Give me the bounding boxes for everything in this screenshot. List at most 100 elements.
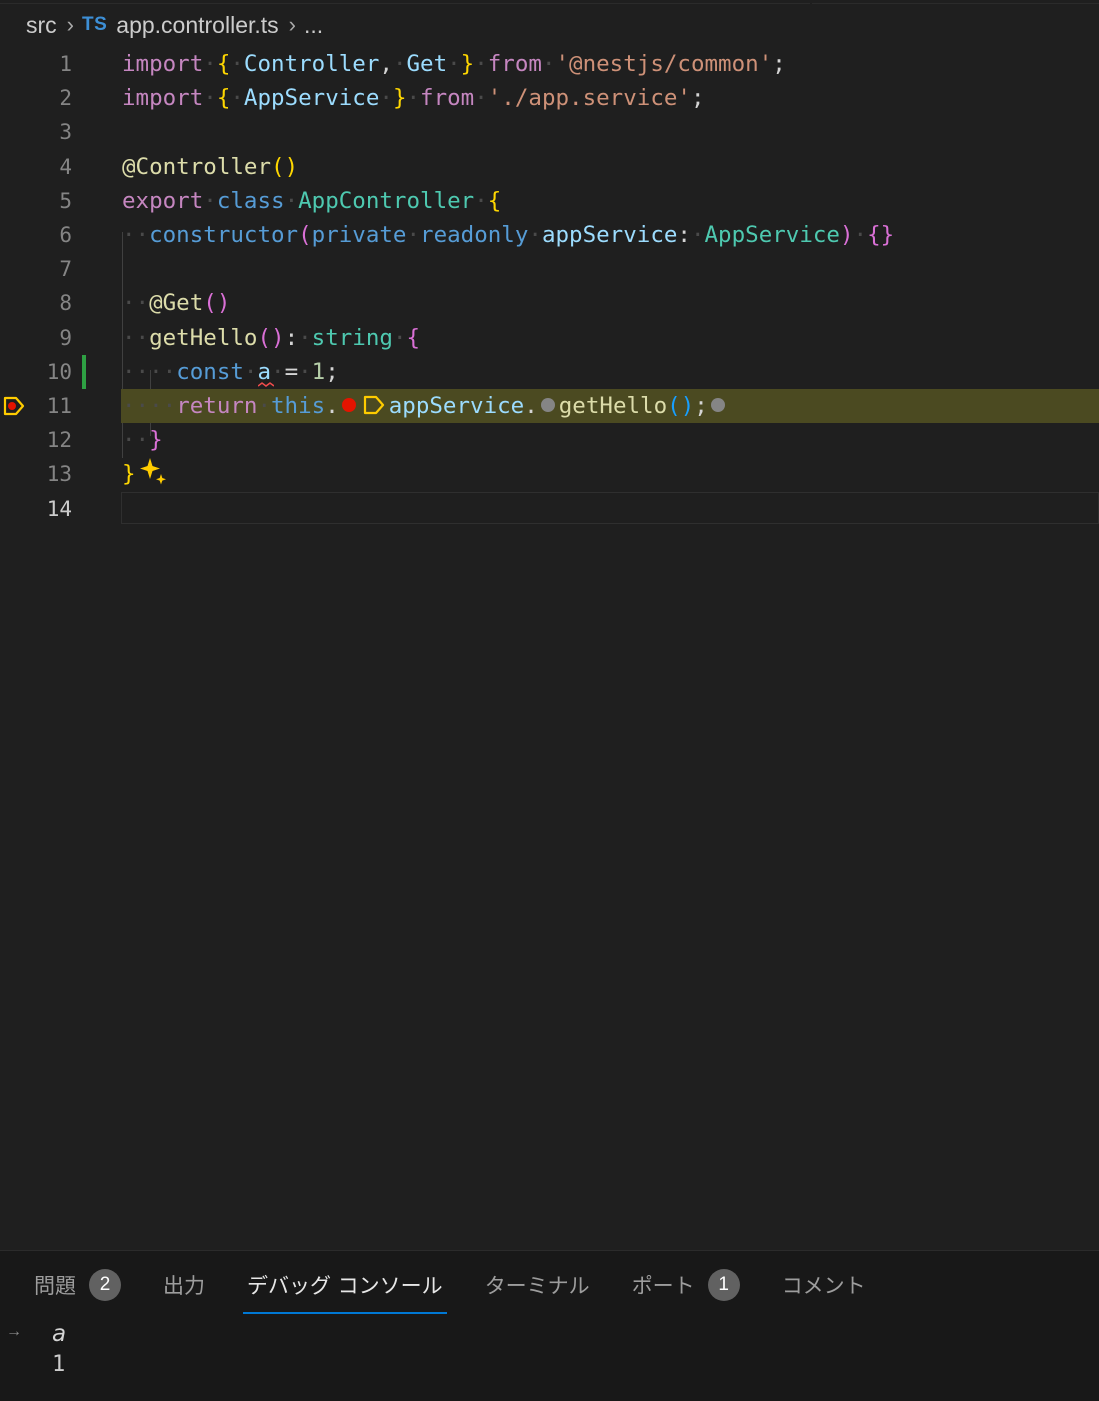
line-number[interactable]: 3 bbox=[12, 115, 72, 149]
token: . bbox=[524, 393, 538, 419]
token: private bbox=[311, 222, 407, 248]
top-border bbox=[0, 0, 1099, 4]
line-number[interactable]: 7 bbox=[12, 252, 72, 286]
token: {} bbox=[867, 222, 895, 248]
token: '@nestjs/common' bbox=[555, 51, 773, 77]
unverified-breakpoint-icon[interactable] bbox=[540, 397, 555, 412]
token: ) bbox=[284, 154, 299, 180]
debug-stackframe-icon[interactable] bbox=[363, 394, 385, 416]
token: , bbox=[379, 51, 393, 77]
token: = bbox=[284, 359, 299, 385]
tab-label: 出力 bbox=[163, 1274, 205, 1298]
tab-debug-console[interactable]: デバッグ コンソール bbox=[243, 1268, 447, 1314]
line-number[interactable]: 8 bbox=[12, 286, 72, 320]
breadcrumb-folder[interactable]: src bbox=[26, 12, 57, 39]
code-line: 2 import·{·AppService·}·from·'./app.serv… bbox=[0, 81, 1099, 115]
code-line: 7 bbox=[0, 252, 1099, 286]
token: ( bbox=[271, 154, 285, 180]
token: const bbox=[176, 359, 244, 385]
line-number[interactable]: 14 bbox=[12, 492, 72, 526]
tab-label: デバッグ コンソール bbox=[247, 1274, 443, 1298]
token: appService bbox=[388, 393, 525, 419]
tab-problems[interactable]: 問題 2 bbox=[34, 1268, 121, 1302]
token: ) bbox=[680, 393, 695, 419]
token: ) bbox=[216, 290, 231, 316]
token: } bbox=[149, 427, 163, 453]
token: } bbox=[122, 461, 136, 487]
token: import bbox=[122, 51, 204, 77]
line-number[interactable]: 1 bbox=[12, 47, 72, 81]
tab-label: ターミナル bbox=[484, 1274, 590, 1298]
code-line: 5 export·class·AppController·{ bbox=[0, 184, 1099, 218]
token: ; bbox=[772, 51, 786, 77]
typescript-file-icon: TS bbox=[82, 14, 108, 35]
token: getHello bbox=[149, 325, 258, 351]
token: ( bbox=[257, 325, 272, 351]
token: readonly bbox=[420, 222, 529, 248]
git-added-indicator[interactable] bbox=[82, 355, 86, 389]
current-line-border bbox=[121, 492, 1099, 524]
problems-count-badge: 2 bbox=[89, 1269, 121, 1301]
chevron-right-icon: › bbox=[288, 12, 296, 37]
token: } bbox=[392, 85, 407, 111]
token: 1 bbox=[311, 359, 326, 385]
token: @Get bbox=[149, 290, 204, 316]
warning-squiggle-icon bbox=[258, 382, 274, 387]
code-line: 13 } bbox=[0, 457, 1099, 491]
line-number[interactable]: 10 bbox=[12, 355, 72, 389]
breadcrumb-file[interactable]: app.controller.ts bbox=[116, 12, 278, 39]
unverified-breakpoint-icon[interactable] bbox=[710, 397, 725, 412]
token: string bbox=[311, 325, 393, 351]
tab-label: 問題 bbox=[34, 1274, 76, 1298]
token: appService bbox=[541, 222, 678, 248]
tab-comments[interactable]: コメント bbox=[782, 1268, 866, 1302]
token: export bbox=[122, 188, 204, 214]
token: ( bbox=[203, 290, 217, 316]
panel-tabs: 問題 2 出力 デバッグ コンソール ターミナル ポート 1 コメント bbox=[34, 1268, 908, 1314]
console-output-value[interactable]: 1 bbox=[52, 1352, 65, 1377]
token: ) bbox=[839, 222, 854, 248]
code-line: 4 @Controller() bbox=[0, 150, 1099, 184]
token: ; bbox=[694, 393, 708, 419]
sparkle-icon[interactable] bbox=[138, 456, 168, 486]
tab-output[interactable]: 出力 bbox=[163, 1268, 205, 1302]
token: getHello bbox=[558, 393, 668, 419]
line-number[interactable]: 9 bbox=[12, 321, 72, 355]
line-number[interactable]: 6 bbox=[12, 218, 72, 252]
token: AppController bbox=[298, 188, 475, 214]
code-line: 6 ··constructor(private·readonly·appServ… bbox=[0, 218, 1099, 252]
code-editor[interactable]: 1 import·{·Controller,·Get·}·from·'@nest… bbox=[0, 45, 1099, 545]
token: AppService bbox=[704, 222, 840, 248]
tab-ports[interactable]: ポート 1 bbox=[632, 1268, 740, 1302]
line-number[interactable]: 4 bbox=[12, 150, 72, 184]
code-line: 9 ··getHello():·string·{ bbox=[0, 321, 1099, 355]
code-line: 14 bbox=[0, 492, 1099, 526]
token: this bbox=[271, 393, 326, 419]
tab-terminal[interactable]: ターミナル bbox=[485, 1268, 590, 1302]
breakpoint-icon[interactable] bbox=[341, 397, 356, 412]
line-number[interactable]: 11 bbox=[12, 389, 72, 423]
line-number[interactable]: 5 bbox=[12, 184, 72, 218]
line-number[interactable]: 13 bbox=[12, 457, 72, 491]
breadcrumb-symbols[interactable]: ... bbox=[304, 12, 323, 39]
token: : bbox=[284, 325, 299, 351]
console-input-echo[interactable]: a bbox=[52, 1321, 66, 1347]
token: class bbox=[216, 188, 285, 214]
token: @Controller bbox=[122, 154, 272, 180]
line-number[interactable]: 12 bbox=[12, 423, 72, 457]
code-line: 1 import·{·Controller,·Get·}·from·'@nest… bbox=[0, 47, 1099, 81]
token: ( bbox=[298, 222, 312, 248]
token: : bbox=[677, 222, 691, 248]
breadcrumb: src › TS app.controller.ts › ... bbox=[26, 8, 323, 42]
token: './app.service' bbox=[487, 85, 691, 111]
token: { bbox=[216, 85, 231, 111]
code-line: 12 ··} bbox=[0, 423, 1099, 457]
token: AppService bbox=[243, 85, 380, 111]
token: ) bbox=[271, 325, 285, 351]
token: . bbox=[325, 393, 339, 419]
tab-label: ポート bbox=[631, 1274, 695, 1298]
token: import bbox=[122, 85, 204, 111]
token: } bbox=[460, 51, 475, 77]
ports-count-badge: 1 bbox=[707, 1269, 740, 1301]
line-number[interactable]: 2 bbox=[12, 81, 72, 115]
